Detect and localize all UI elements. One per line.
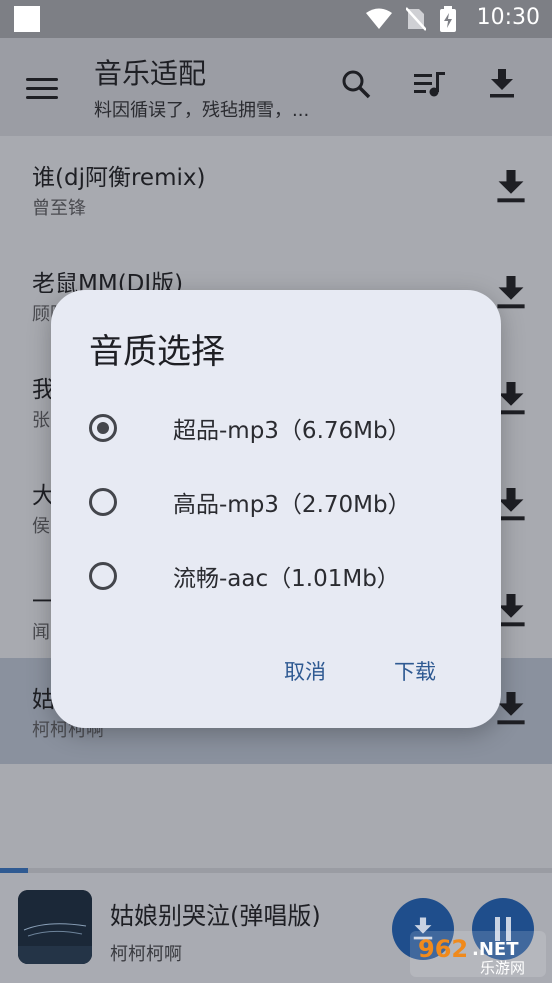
- progress-bar[interactable]: [0, 868, 28, 873]
- download-icon[interactable]: [496, 170, 526, 204]
- download-button[interactable]: 下载: [394, 656, 436, 686]
- search-icon[interactable]: [338, 66, 374, 102]
- radio-button[interactable]: [89, 562, 117, 590]
- song-artist: 侯: [32, 516, 50, 537]
- progress-track: [0, 868, 552, 873]
- quality-option-smooth[interactable]: 流畅-aac（1.01Mb）: [89, 547, 469, 605]
- page-title: 音乐适配: [94, 57, 207, 90]
- dialog-title: 音质选择: [89, 332, 225, 372]
- download-icon[interactable]: [496, 276, 526, 310]
- battery-icon: [440, 6, 456, 32]
- radio-button-checked[interactable]: [89, 414, 117, 442]
- menu-icon[interactable]: [26, 72, 58, 105]
- svg-text:.NET: .NET: [472, 939, 519, 960]
- notification-icon: [14, 6, 40, 32]
- radio-button[interactable]: [89, 488, 117, 516]
- status-bar: 10:30: [0, 0, 552, 38]
- song-artist: 曾至锋: [32, 198, 86, 219]
- option-label: 超品-mp3（6.76Mb）: [173, 418, 411, 444]
- album-cover: [18, 890, 92, 964]
- watermark-logo: 962 .NET 乐游网: [410, 931, 546, 977]
- quality-dialog: 音质选择 超品-mp3（6.76Mb） 高品-mp3（2.70Mb） 流畅-aa…: [51, 290, 501, 728]
- song-artist: 闻: [32, 622, 50, 643]
- wifi-icon: [366, 8, 392, 29]
- no-sim-icon: [406, 7, 426, 31]
- list-item[interactable]: 谁(dj阿衡remix) 曾至锋: [0, 136, 552, 242]
- svg-text:乐游网: 乐游网: [480, 959, 525, 977]
- option-label: 高品-mp3（2.70Mb）: [173, 492, 411, 518]
- option-label: 流畅-aac（1.01Mb）: [173, 566, 400, 592]
- app-bar: 音乐适配 料因循误了，残毡拥雪，...: [0, 38, 552, 136]
- clock: 10:30: [476, 5, 540, 30]
- page-subtitle: 料因循误了，残毡拥雪，...: [94, 100, 310, 121]
- now-playing-artist: 柯柯柯啊: [110, 944, 182, 965]
- now-playing-title: 姑娘别哭泣(弹唱版): [110, 902, 321, 930]
- quality-option-high[interactable]: 高品-mp3（2.70Mb）: [89, 473, 469, 531]
- song-artist: 张: [32, 410, 50, 431]
- playlist-icon[interactable]: [412, 66, 448, 102]
- quality-option-super[interactable]: 超品-mp3（6.76Mb）: [89, 399, 469, 457]
- cancel-button[interactable]: 取消: [284, 656, 326, 686]
- svg-text:962: 962: [418, 935, 468, 963]
- song-title: 谁(dj阿衡remix): [32, 165, 206, 191]
- download-icon[interactable]: [484, 66, 520, 102]
